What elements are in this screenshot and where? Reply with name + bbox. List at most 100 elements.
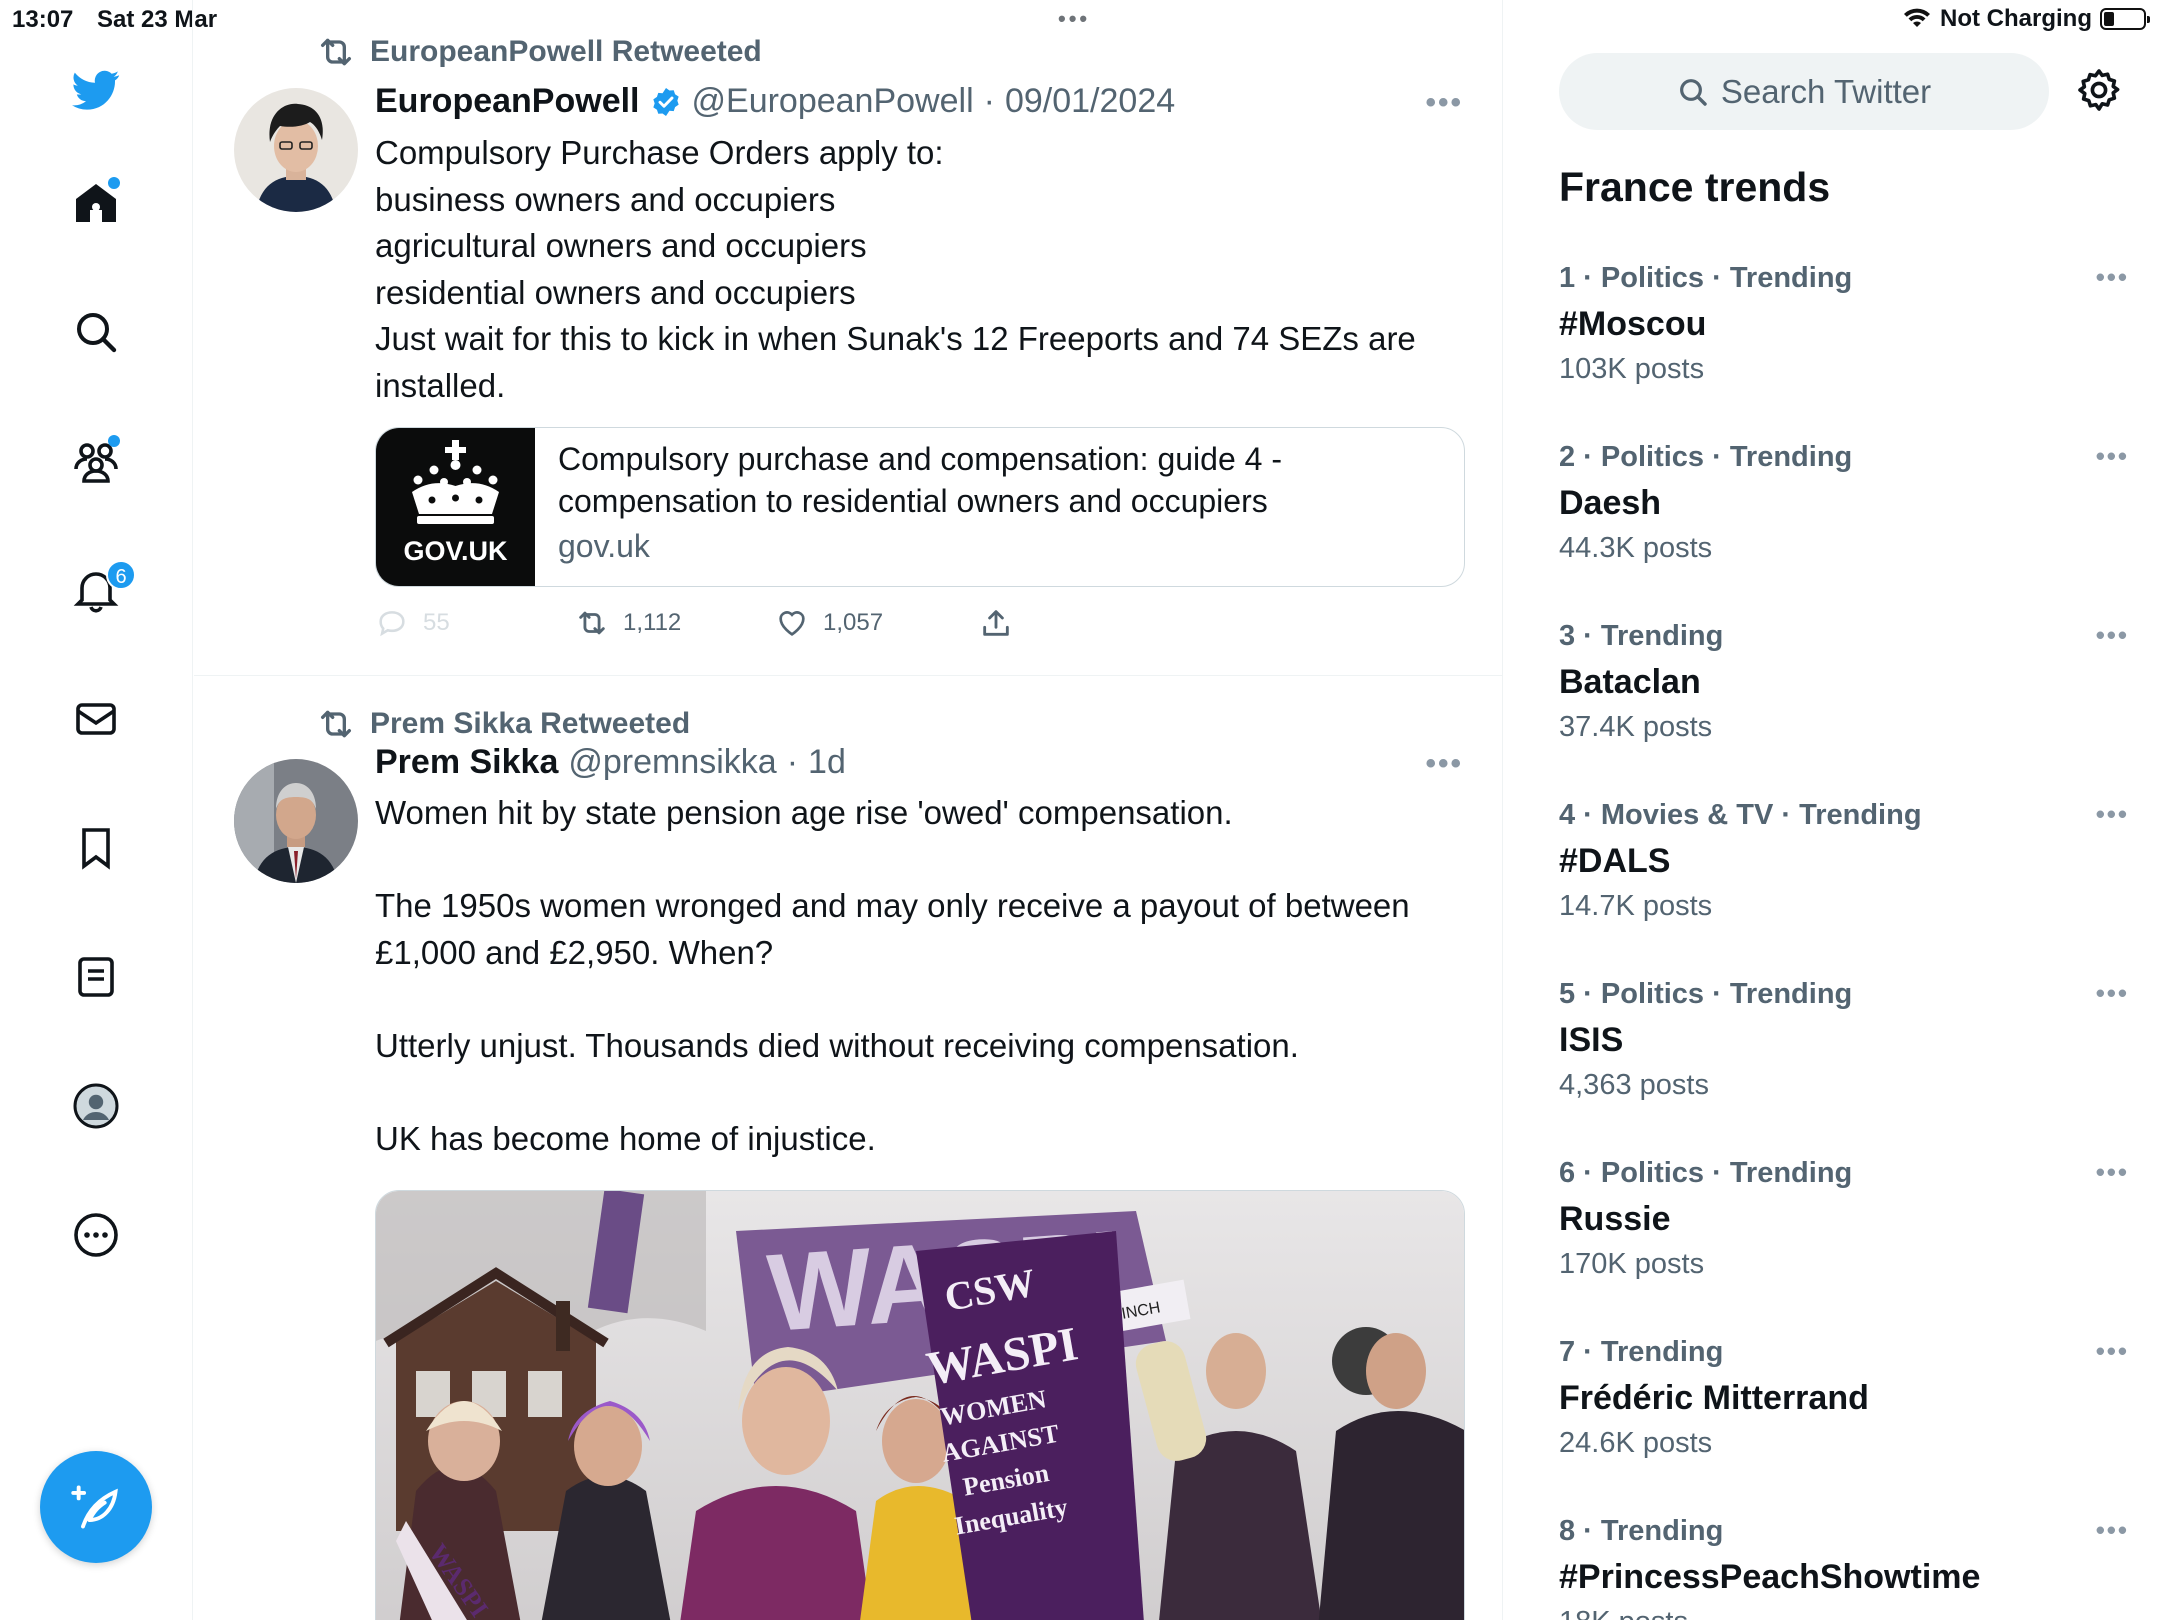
tweet-header: EuropeanPowell @EuropeanPowell · 09/01/2… <box>375 82 1175 121</box>
more-options-icon[interactable]: ••• <box>1425 86 1463 120</box>
card-thumbnail: GOV.UK <box>376 428 535 586</box>
retweet-icon <box>321 38 351 66</box>
lists-icon <box>78 957 114 997</box>
author-name[interactable]: Prem Sikka <box>375 743 558 782</box>
trend-item[interactable]: 2 · Politics · Trending Daesh 44.3K post… <box>1559 441 2129 601</box>
tweet-text: Women hit by state pension age rise 'owe… <box>375 794 1410 1157</box>
trend-item[interactable]: 7 · Trending Frédéric Mitterrand 24.6K p… <box>1559 1336 2129 1496</box>
author-handle[interactable]: @premnsikka <box>568 743 776 782</box>
trend-posts: 37.4K posts <box>1559 711 1713 743</box>
twitter-logo-icon[interactable] <box>66 60 126 120</box>
share-icon <box>983 610 1009 636</box>
more-circle-icon <box>74 1213 118 1257</box>
trend-name: #Moscou <box>1559 305 1707 343</box>
nav-bookmarks[interactable] <box>66 818 126 878</box>
trend-more-icon[interactable]: ••• <box>2096 1157 2129 1188</box>
trend-item[interactable]: 5 · Politics · Trending ISIS 4,363 posts… <box>1559 978 2129 1138</box>
retweet-count: 1,112 <box>623 609 682 636</box>
right-sidebar: Search Twitter France trends 1 · Politic… <box>1504 0 2160 1620</box>
reply-icon <box>379 611 405 637</box>
trend-more-icon[interactable]: ••• <box>2096 978 2129 1009</box>
link-card[interactable]: GOV.UK Compulsory purchase and compensat… <box>375 427 1465 587</box>
retweet-button[interactable]: 1,112 <box>575 606 681 640</box>
search-input[interactable]: Search Twitter <box>1559 53 2049 130</box>
heart-icon <box>779 611 805 636</box>
trend-more-icon[interactable]: ••• <box>2096 620 2129 651</box>
trend-posts: 170K posts <box>1559 1248 1705 1280</box>
card-title: Compulsory purchase and compensation: gu… <box>558 441 1282 519</box>
retweeted-by-label: EuropeanPowell Retweeted <box>370 35 762 68</box>
card-thumb-label: GOV.UK <box>403 536 508 566</box>
bookmark-icon <box>82 828 110 870</box>
tweet-media-image[interactable]: WASPI O.W. WINCH WASPI <box>375 1190 1465 1620</box>
compose-button[interactable] <box>40 1451 152 1563</box>
reply-button[interactable]: 55 <box>375 606 450 640</box>
trend-item[interactable]: 3 · Trending Bataclan 37.4K posts ••• <box>1559 620 2129 780</box>
share-button[interactable] <box>979 606 1013 640</box>
compose-icon <box>71 1485 118 1529</box>
trend-posts: 14.7K posts <box>1559 890 1713 922</box>
trend-name: Frédéric Mitterrand <box>1559 1379 1869 1417</box>
tweet-time[interactable]: 09/01/2024 <box>1005 82 1175 121</box>
more-options-icon[interactable]: ••• <box>1425 747 1463 781</box>
trend-more-icon[interactable]: ••• <box>2096 1336 2129 1367</box>
avatar[interactable] <box>234 759 358 883</box>
nav-notifications[interactable]: 6 <box>66 560 136 620</box>
nav-messages[interactable] <box>66 689 126 749</box>
tweet[interactable]: EuropeanPowell Retweeted EuropeanPowell … <box>194 0 1502 676</box>
search-placeholder: Search Twitter <box>1720 72 1932 110</box>
tweet[interactable]: Prem Sikka Retweeted Prem Sikka @premnsi… <box>194 677 1502 1620</box>
retweeted-by[interactable]: Prem Sikka Retweeted <box>316 704 690 744</box>
gear-icon[interactable] <box>2075 66 2123 114</box>
trend-item[interactable]: 1 · Politics · Trending #Moscou 103K pos… <box>1559 262 2129 422</box>
trend-meta: 1 · Politics · Trending <box>1559 262 1853 294</box>
notifications-badge: 6 <box>106 560 136 590</box>
retweet-icon <box>579 611 605 635</box>
nav-home[interactable] <box>66 173 126 233</box>
trend-more-icon[interactable]: ••• <box>2096 262 2129 293</box>
trend-posts: 103K posts <box>1559 353 1705 385</box>
crown-icon <box>412 440 499 524</box>
like-button[interactable]: 1,057 <box>775 606 883 640</box>
retweet-icon <box>321 710 351 738</box>
avatar-photo <box>234 759 358 883</box>
trend-more-icon[interactable]: ••• <box>2096 1515 2129 1546</box>
trend-name: ISIS <box>1559 1021 1624 1059</box>
tweet-time[interactable]: 1d <box>808 743 846 782</box>
separator: · <box>786 743 799 781</box>
tweet-actions: 55 1,112 1,057 <box>375 606 1275 646</box>
trend-more-icon[interactable]: ••• <box>2096 441 2129 472</box>
trend-meta: 4 · Movies & TV · Trending <box>1559 799 1922 831</box>
trend-name: Bataclan <box>1559 663 1701 701</box>
home-dot-badge <box>108 177 120 189</box>
nav-lists[interactable] <box>66 947 126 1007</box>
trend-name: Daesh <box>1559 484 1662 522</box>
trend-item[interactable]: 4 · Movies & TV · Trending #DALS 14.7K p… <box>1559 799 2129 959</box>
trend-name: #DALS <box>1559 842 1671 880</box>
card-domain: gov.uk <box>558 528 650 564</box>
left-nav: 6 <box>0 0 193 1620</box>
search-icon <box>77 313 117 353</box>
separator: · <box>983 82 995 120</box>
nav-communities[interactable] <box>66 431 126 491</box>
timeline-feed[interactable]: EuropeanPowell Retweeted EuropeanPowell … <box>194 0 1503 1620</box>
nav-more[interactable] <box>66 1205 126 1265</box>
nav-profile[interactable] <box>66 1076 126 1136</box>
trend-posts: 4,363 posts <box>1559 1069 1709 1101</box>
bird-icon <box>72 70 120 110</box>
avatar[interactable] <box>234 88 358 212</box>
tweet-text: Compulsory Purchase Orders apply to: bus… <box>375 134 1416 404</box>
author-name[interactable]: EuropeanPowell <box>375 82 640 121</box>
nav-explore[interactable] <box>66 302 126 362</box>
retweeted-by[interactable]: EuropeanPowell Retweeted <box>316 32 762 72</box>
trend-more-icon[interactable]: ••• <box>2096 799 2129 830</box>
profile-icon <box>73 1083 119 1129</box>
trend-meta: 6 · Politics · Trending <box>1559 1157 1853 1189</box>
trend-item[interactable]: 8 · Trending #PrincessPeachShowtime 18K … <box>1559 1515 2129 1620</box>
trend-item[interactable]: 6 · Politics · Trending Russie 170K post… <box>1559 1157 2129 1317</box>
trends-title: France trends <box>1559 164 1831 210</box>
tweet-header: Prem Sikka @premnsikka · 1d <box>375 743 846 782</box>
author-handle[interactable]: @EuropeanPowell <box>692 82 974 121</box>
retweeted-by-label: Prem Sikka Retweeted <box>370 707 691 740</box>
trend-meta: 7 · Trending <box>1559 1336 1724 1368</box>
